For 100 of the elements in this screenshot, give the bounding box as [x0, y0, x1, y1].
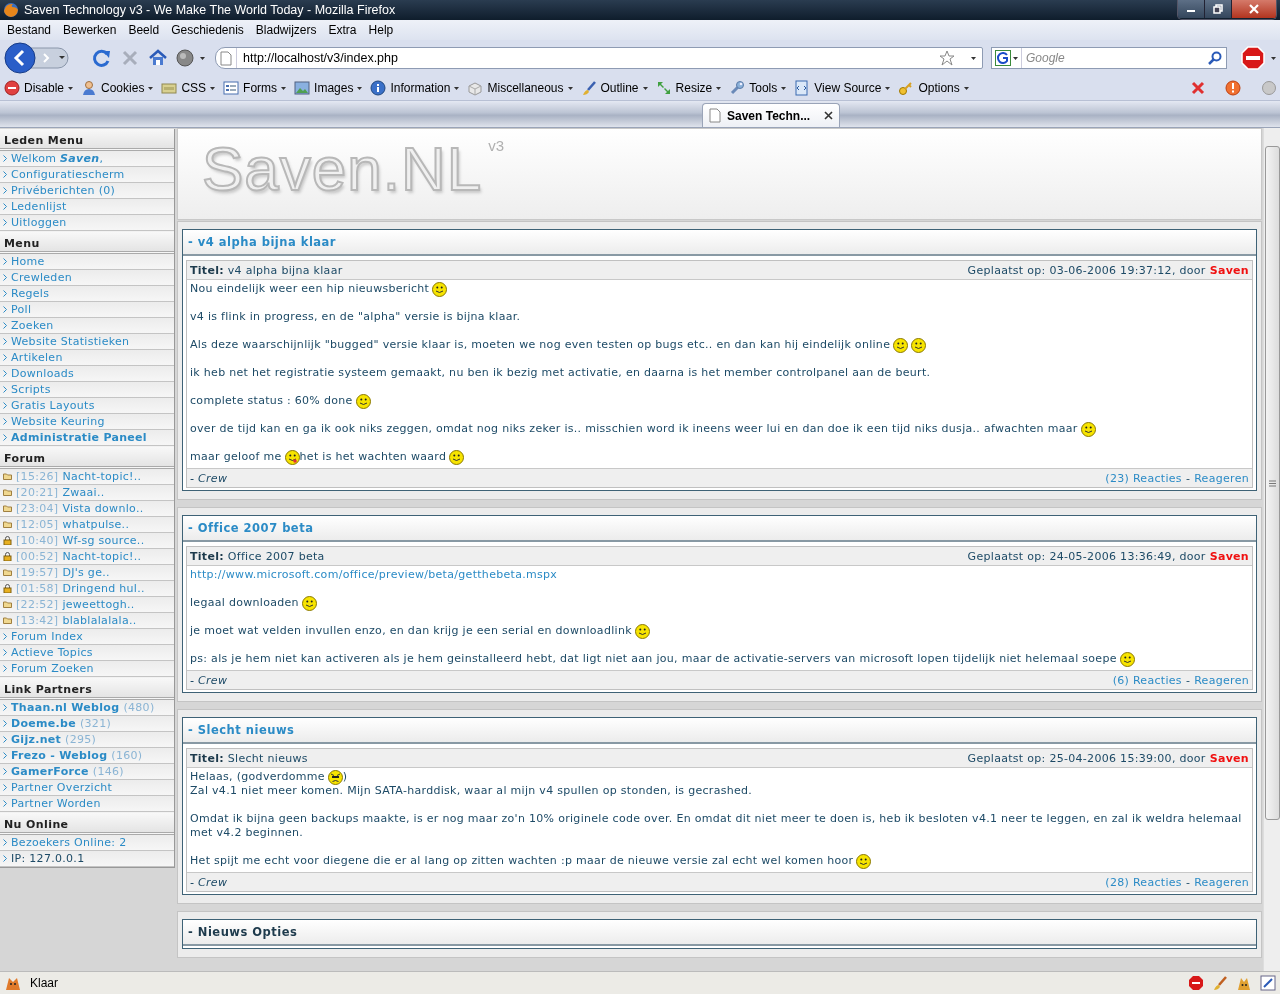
- sidebar-link[interactable]: Scripts: [11, 383, 51, 396]
- brush-icon: [580, 80, 597, 96]
- caret-icon: [281, 86, 287, 90]
- post-author: Saven: [1209, 263, 1249, 277]
- sidebar-link[interactable]: Home: [11, 255, 45, 268]
- reload-button[interactable]: [92, 48, 112, 68]
- history-button[interactable]: [176, 49, 205, 67]
- topic-time: [13:42]: [16, 614, 59, 627]
- topic-link[interactable]: Nacht-topic!..: [62, 470, 142, 483]
- minimize-button[interactable]: [1178, 0, 1205, 18]
- post-date: Geplaatst op: 03-06-2006 19:37:12, door: [967, 263, 1206, 277]
- toolbar-button[interactable]: Forms: [222, 80, 288, 96]
- pencil-icon: [1260, 975, 1276, 991]
- topic-link[interactable]: DJ's ge..: [62, 566, 110, 579]
- toolbar-button[interactable]: Images: [293, 80, 364, 96]
- topic-link[interactable]: Vista downlo..: [62, 502, 144, 515]
- partner-link[interactable]: Gijz.net: [11, 733, 62, 746]
- post-link[interactable]: http://www.microsoft.com/office/preview/beta/getthebeta.mspx: [190, 568, 558, 581]
- topic-link[interactable]: Dringend hul..: [62, 582, 145, 595]
- reactions-link[interactable]: (28) Reacties: [1105, 875, 1182, 889]
- menu-item[interactable]: Extra: [322, 23, 363, 37]
- post-text: Nou eindelijk weer een hip nieuwsbericht: [190, 282, 430, 295]
- label-icon: [161, 80, 178, 96]
- topic-link[interactable]: blablalalala..: [62, 614, 137, 627]
- image-icon: [294, 80, 311, 96]
- adblock-button[interactable]: [1241, 46, 1276, 70]
- info-icon: [370, 80, 387, 96]
- toolbar-button[interactable]: Resize: [654, 80, 723, 96]
- section-header: Link Partners: [0, 678, 174, 700]
- reactions-link[interactable]: (23) Reacties: [1105, 471, 1182, 485]
- reply-link[interactable]: Reageren: [1194, 673, 1249, 687]
- chevron-icon: [3, 219, 7, 226]
- partner-link[interactable]: Doeme.be: [11, 717, 76, 730]
- section-header: Nu Online: [0, 813, 174, 835]
- topic-link[interactable]: Zwaai..: [62, 486, 105, 499]
- address-field[interactable]: http://localhost/v3/index.php: [215, 47, 983, 69]
- error-cross-icon: [1191, 81, 1205, 95]
- caret-icon: [1271, 56, 1276, 60]
- smiley-icon: [911, 338, 927, 353]
- topic-link[interactable]: whatpulse..: [62, 518, 130, 531]
- post-title: Titel: Slecht nieuws: [190, 751, 308, 765]
- page-icon: [709, 108, 721, 123]
- menu-item[interactable]: Bewerken: [57, 23, 123, 37]
- chevron-icon: [3, 649, 7, 656]
- topic-time: [19:57]: [16, 566, 59, 579]
- toolbar-button[interactable]: Disable: [3, 80, 75, 96]
- sidebar-link[interactable]: Poll: [11, 303, 32, 316]
- chevron-icon: [3, 338, 7, 345]
- chevron-icon: [3, 402, 7, 409]
- reactions-link[interactable]: (6) Reacties: [1112, 673, 1182, 687]
- partner-link[interactable]: Thaan.nl Weblog: [11, 701, 120, 714]
- site-logo: Saven.NL: [202, 133, 483, 204]
- sidebar-link[interactable]: Regels: [11, 287, 50, 300]
- toolbar-button[interactable]: Miscellaneous: [466, 80, 574, 96]
- toolbar-button[interactable]: Tools: [728, 80, 788, 96]
- scrollbar[interactable]: [1263, 128, 1280, 971]
- scrollbar-thumb[interactable]: [1264, 146, 1280, 820]
- browser-tab[interactable]: Saven Techn...: [702, 103, 840, 127]
- chevron-icon: [3, 434, 7, 441]
- menu-item[interactable]: Bestand: [1, 23, 58, 37]
- reply-link[interactable]: Reageren: [1194, 471, 1249, 485]
- chevron-icon: [3, 386, 7, 393]
- post-text: Omdat ik bijna geen backups maakte, is er nog maar zo'n 10% originele code over. En omdat dit niet meer te doen is, heb ik besloten v4.1 neer te leggen, en zal ik weldra helemaal met v4.2 beginnen.: [190, 812, 1242, 839]
- topic-time: [20:21]: [16, 486, 59, 499]
- toolbar-button[interactable]: Cookies: [80, 80, 155, 96]
- key-icon: [898, 80, 915, 96]
- menu-item[interactable]: Beeld: [122, 23, 166, 37]
- caret-icon: [567, 86, 573, 90]
- link-separator: -: [1185, 673, 1191, 687]
- reply-link[interactable]: Reageren: [1194, 875, 1249, 889]
- link-separator: -: [1185, 471, 1191, 485]
- close-button[interactable]: [1232, 0, 1276, 18]
- partner-link[interactable]: Frezo - Weblog: [11, 749, 108, 762]
- search-field[interactable]: Google: [991, 47, 1227, 69]
- chevron-icon: [3, 322, 7, 329]
- menu-item[interactable]: Bladwijzers: [249, 23, 323, 37]
- topic-link[interactable]: jeweettogh..: [62, 598, 135, 611]
- post-title: Titel: Office 2007 beta: [190, 549, 325, 563]
- section-header: Leden Menu: [0, 129, 174, 151]
- stop-sign-icon: [4, 80, 20, 96]
- chevron-icon: [3, 665, 7, 672]
- toolbar-button[interactable]: View Source: [793, 80, 892, 96]
- caret-icon: [971, 56, 976, 60]
- chevron-icon: [3, 290, 7, 297]
- toolbar-button[interactable]: Options: [897, 80, 970, 96]
- partner-link[interactable]: GamerForce: [11, 765, 89, 778]
- caret-icon: [885, 86, 891, 90]
- home-button[interactable]: [148, 48, 168, 68]
- toolbar-button[interactable]: Outline: [579, 80, 649, 96]
- link-separator: -: [1185, 875, 1191, 889]
- toolbar-button[interactable]: Information: [369, 80, 461, 96]
- chevron-icon: [3, 720, 7, 727]
- menu-item[interactable]: Help: [362, 23, 400, 37]
- restore-button[interactable]: [1205, 0, 1232, 18]
- topic-link[interactable]: Wf-sg source..: [62, 534, 145, 547]
- toolbar-button[interactable]: CSS: [160, 80, 217, 96]
- post-author-group: - Crew: [190, 673, 228, 687]
- chevron-icon: [3, 855, 7, 862]
- topic-link[interactable]: Nacht-topic!..: [62, 550, 142, 563]
- menu-item[interactable]: Geschiedenis: [165, 23, 250, 37]
